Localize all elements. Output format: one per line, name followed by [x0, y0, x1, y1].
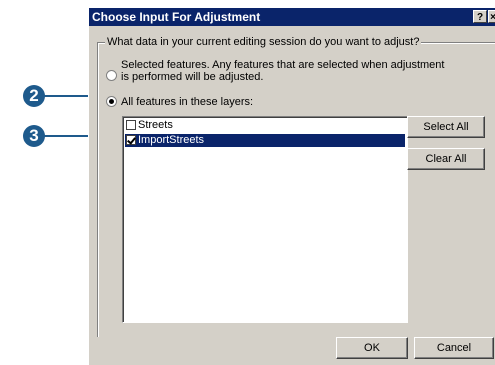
groupbox-legend: What data in your current editing sessio…	[105, 36, 422, 48]
selected-features-label[interactable]: Selected features. Any features that are…	[121, 59, 444, 83]
callout-3-badge: 3	[23, 125, 45, 147]
callout-2-badge: 2	[23, 85, 45, 107]
close-icon[interactable]: ×	[488, 10, 495, 23]
ok-button[interactable]: OK	[336, 337, 408, 359]
layer-item-importstreets[interactable]: ImportStreets	[125, 134, 405, 147]
layer-streets-label: Streets	[138, 119, 173, 131]
layer-item-streets[interactable]: Streets	[125, 119, 405, 132]
clear-all-button[interactable]: Clear All	[407, 148, 485, 170]
help-icon[interactable]: ?	[473, 10, 487, 23]
layer-importstreets-label: ImportStreets	[138, 134, 205, 146]
selected-features-label-line2: is performed will be adjusted.	[121, 71, 264, 83]
layer-streets-checkbox[interactable]	[126, 120, 136, 130]
layers-listbox[interactable]: Streets ImportStreets	[122, 116, 408, 323]
cancel-button[interactable]: Cancel	[414, 337, 494, 359]
all-features-radio[interactable]	[106, 96, 117, 107]
select-all-button[interactable]: Select All	[407, 116, 485, 138]
all-features-label[interactable]: All features in these layers:	[121, 96, 253, 108]
dialog-title: Choose Input For Adjustment	[92, 10, 261, 24]
selected-features-label-line1: Selected features. Any features that are…	[121, 59, 445, 71]
dialog-titlebar[interactable]: Choose Input For Adjustment ? ×	[89, 8, 495, 26]
adjustment-input-dialog: Choose Input For Adjustment ? × What dat…	[88, 7, 495, 365]
layer-importstreets-checkbox[interactable]	[126, 135, 136, 145]
selected-features-radio[interactable]	[106, 70, 117, 81]
